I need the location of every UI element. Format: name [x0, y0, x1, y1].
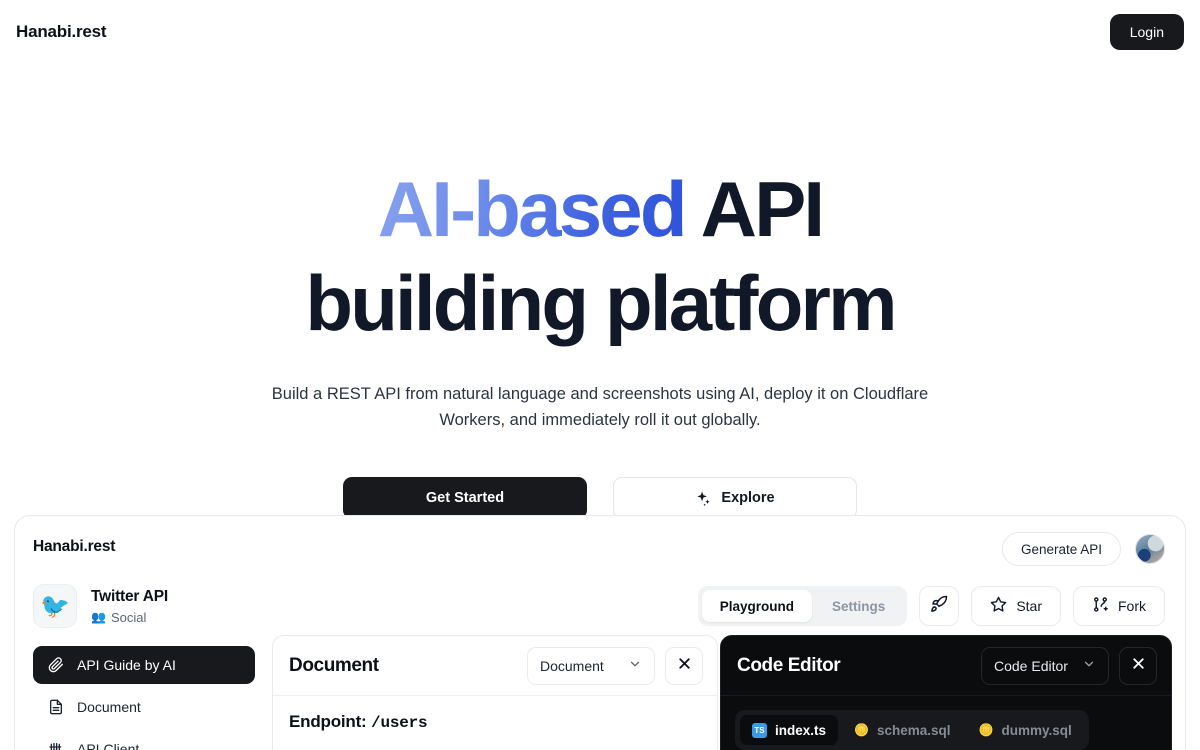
api-category: 👥 Social — [91, 610, 168, 625]
antenna-icon — [47, 741, 64, 750]
generate-api-button[interactable]: Generate API — [1001, 532, 1121, 566]
database-icon: 🪙 — [854, 723, 869, 737]
fork-icon — [1092, 596, 1109, 616]
get-started-button[interactable]: Get Started — [343, 477, 587, 520]
close-icon — [1130, 655, 1147, 677]
star-button-label: Star — [1016, 598, 1042, 614]
api-summary-card[interactable]: 🐦 Twitter API 👥 Social — [33, 584, 275, 628]
database-icon: 🪙 — [978, 723, 994, 737]
explore-button[interactable]: Explore — [613, 477, 857, 520]
sidebar-item-label: API Guide by AI — [77, 657, 176, 673]
hero-title-line2: building platform — [305, 259, 897, 347]
document-panel-controls: Document — [527, 646, 703, 685]
paperclip-icon — [47, 657, 64, 674]
sparkles-icon — [695, 490, 712, 507]
rocket-icon — [930, 595, 948, 618]
file-tab-label: index.ts — [775, 722, 827, 738]
people-icon: 👥 — [91, 610, 106, 624]
login-button[interactable]: Login — [1109, 14, 1184, 50]
code-editor-title: Code Editor — [737, 654, 841, 676]
endpoint-heading: Endpoint: /users — [289, 712, 701, 732]
hero-title-accent: AI-based — [377, 165, 688, 253]
sidebar-item-api-client[interactable]: API Client — [33, 730, 255, 750]
view-mode-switcher: Playground Settings — [697, 586, 908, 626]
code-editor-header: Code Editor Code Editor — [721, 636, 1171, 696]
avatar[interactable] — [1135, 534, 1165, 564]
typescript-icon: TS — [752, 722, 767, 738]
chevron-down-icon — [1082, 657, 1096, 674]
file-tab-schema-sql[interactable]: 🪙 schema.sql — [842, 715, 963, 745]
preview-sidebar: 🐦 Twitter API 👥 Social API Guide by AI D… — [15, 582, 275, 750]
fork-button[interactable]: Fork — [1073, 586, 1165, 626]
deploy-button[interactable] — [919, 586, 960, 626]
preview-header: Hanabi.rest Generate API — [15, 516, 1185, 582]
code-editor-close-button[interactable] — [1119, 646, 1157, 685]
code-editor-file-tabs: TS index.ts 🪙 schema.sql 🪙 dummy.sql — [735, 710, 1089, 750]
landing-page: Hanabi.rest Login AI-based API building … — [0, 0, 1200, 750]
code-editor-controls: Code Editor — [981, 646, 1157, 685]
star-button[interactable]: Star — [971, 586, 1061, 626]
api-avatar-icon: 🐦 — [33, 584, 77, 628]
sidebar-item-label: Document — [77, 699, 141, 715]
tab-settings[interactable]: Settings — [814, 590, 903, 622]
sidebar-item-document[interactable]: Document — [33, 688, 255, 726]
file-tab-label: dummy.sql — [1001, 722, 1072, 738]
document-icon — [47, 699, 64, 716]
code-editor-panel: Code Editor Code Editor TS index.ts 🪙 sc… — [720, 635, 1172, 750]
preview-nav-list: API Guide by AI Document API Client — [33, 646, 255, 750]
hero-title-rest: API — [684, 165, 825, 253]
code-editor-select[interactable]: Code Editor — [981, 646, 1109, 685]
endpoint-path: /users — [371, 714, 428, 732]
sidebar-item-api-guide[interactable]: API Guide by AI — [33, 646, 255, 684]
explore-button-label: Explore — [721, 490, 775, 507]
preview-toolbar: Playground Settings Star Fork — [697, 586, 1165, 626]
document-panel-title: Document — [289, 654, 379, 676]
fork-button-label: Fork — [1118, 598, 1146, 614]
document-panel: Document Document Endpoint: /users — [272, 635, 718, 750]
endpoint-label: Endpoint: — [289, 712, 367, 731]
api-name: Twitter API — [91, 587, 169, 605]
close-icon — [676, 655, 693, 677]
file-tab-index-ts[interactable]: TS index.ts — [740, 715, 839, 745]
chevron-down-icon — [628, 657, 642, 674]
preview-brand: Hanabi.rest — [33, 538, 116, 555]
file-tab-dummy-sql[interactable]: 🪙 dummy.sql — [967, 715, 1084, 745]
document-panel-select-value: Document — [540, 657, 604, 674]
file-tab-label: schema.sql — [876, 722, 951, 738]
sidebar-item-label: API Client — [77, 741, 140, 750]
document-panel-select[interactable]: Document — [527, 646, 655, 685]
code-editor-select-value: Code Editor — [994, 657, 1068, 674]
document-panel-close-button[interactable] — [665, 646, 703, 685]
hero-section: AI-based API building platform Build a R… — [0, 64, 1200, 520]
document-panel-content: Endpoint: /users — [273, 696, 717, 732]
hero-subtitle: Build a REST API from natural language a… — [271, 385, 929, 429]
hero-cta-row: Get Started Explore — [0, 477, 1200, 520]
document-panel-header: Document Document — [273, 636, 717, 696]
tab-playground[interactable]: Playground — [701, 590, 813, 622]
page-title: AI-based API building platform — [0, 170, 1200, 342]
site-logo[interactable]: Hanabi.rest — [16, 22, 107, 42]
star-icon — [990, 596, 1007, 616]
api-category-label: Social — [110, 609, 147, 625]
top-navigation-bar: Hanabi.rest Login — [0, 0, 1200, 64]
